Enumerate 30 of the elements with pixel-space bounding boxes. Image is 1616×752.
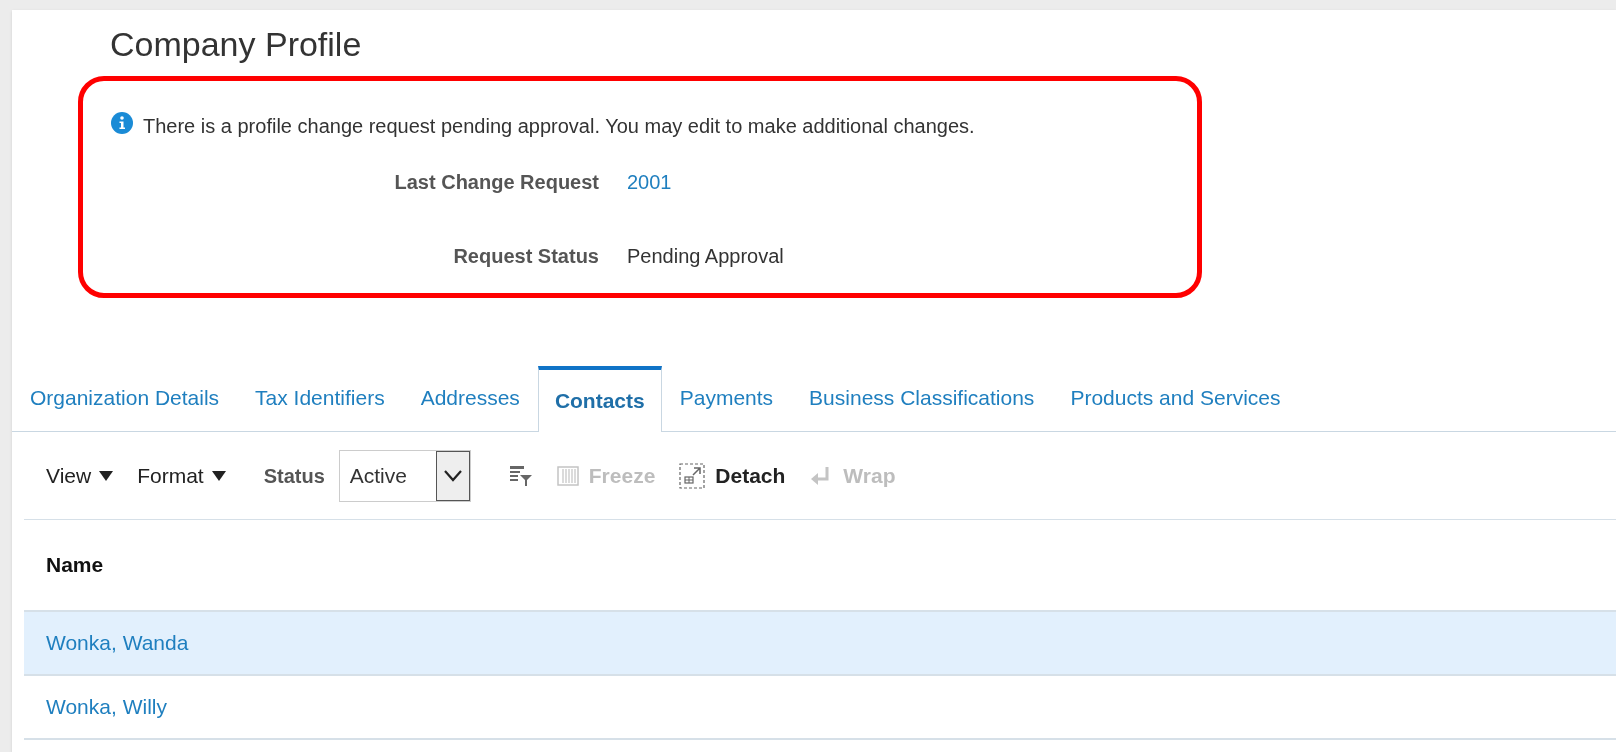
table-row[interactable]: Wonka, Willy [24, 676, 1616, 740]
contact-link[interactable]: Wonka, Willy [46, 691, 167, 723]
tab[interactable]: Contacts [537, 366, 662, 432]
chevron-down-icon [443, 469, 462, 482]
status-label: Status [263, 463, 325, 489]
detach-button[interactable]: Detach [679, 459, 786, 492]
table-row[interactable]: Wonka, Wanda [24, 612, 1616, 676]
caret-icon [99, 470, 114, 481]
status-select[interactable]: Active [338, 449, 471, 502]
tab[interactable]: Business Classifications [791, 365, 1053, 431]
menu-button[interactable]: View [46, 459, 114, 492]
tab[interactable]: Payments [661, 365, 792, 431]
request-link[interactable]: 2001 [627, 167, 672, 197]
field-value: Pending Approval [627, 244, 784, 269]
filter-icon [508, 464, 533, 487]
tab[interactable]: Tax Identifiers [237, 365, 403, 431]
columns-icon [556, 464, 579, 487]
tab[interactable]: Addresses [402, 365, 538, 431]
caret-icon [211, 470, 226, 481]
page-title: Company Profile [110, 24, 362, 64]
filter-button[interactable] [508, 464, 533, 487]
info-icon [111, 112, 133, 134]
tab[interactable]: Organization Details [12, 365, 238, 431]
menu-button[interactable]: Format [137, 459, 226, 492]
tab[interactable]: Products and Services [1052, 365, 1299, 431]
detach-icon [679, 462, 706, 489]
notice-message: There is a profile change request pending approval. You may edit to make additional changes. [143, 114, 975, 139]
contact-link[interactable]: Wonka, Wanda [46, 627, 189, 659]
field-label: Last Change Request [394, 170, 599, 195]
field-label: Request Status [453, 244, 599, 269]
